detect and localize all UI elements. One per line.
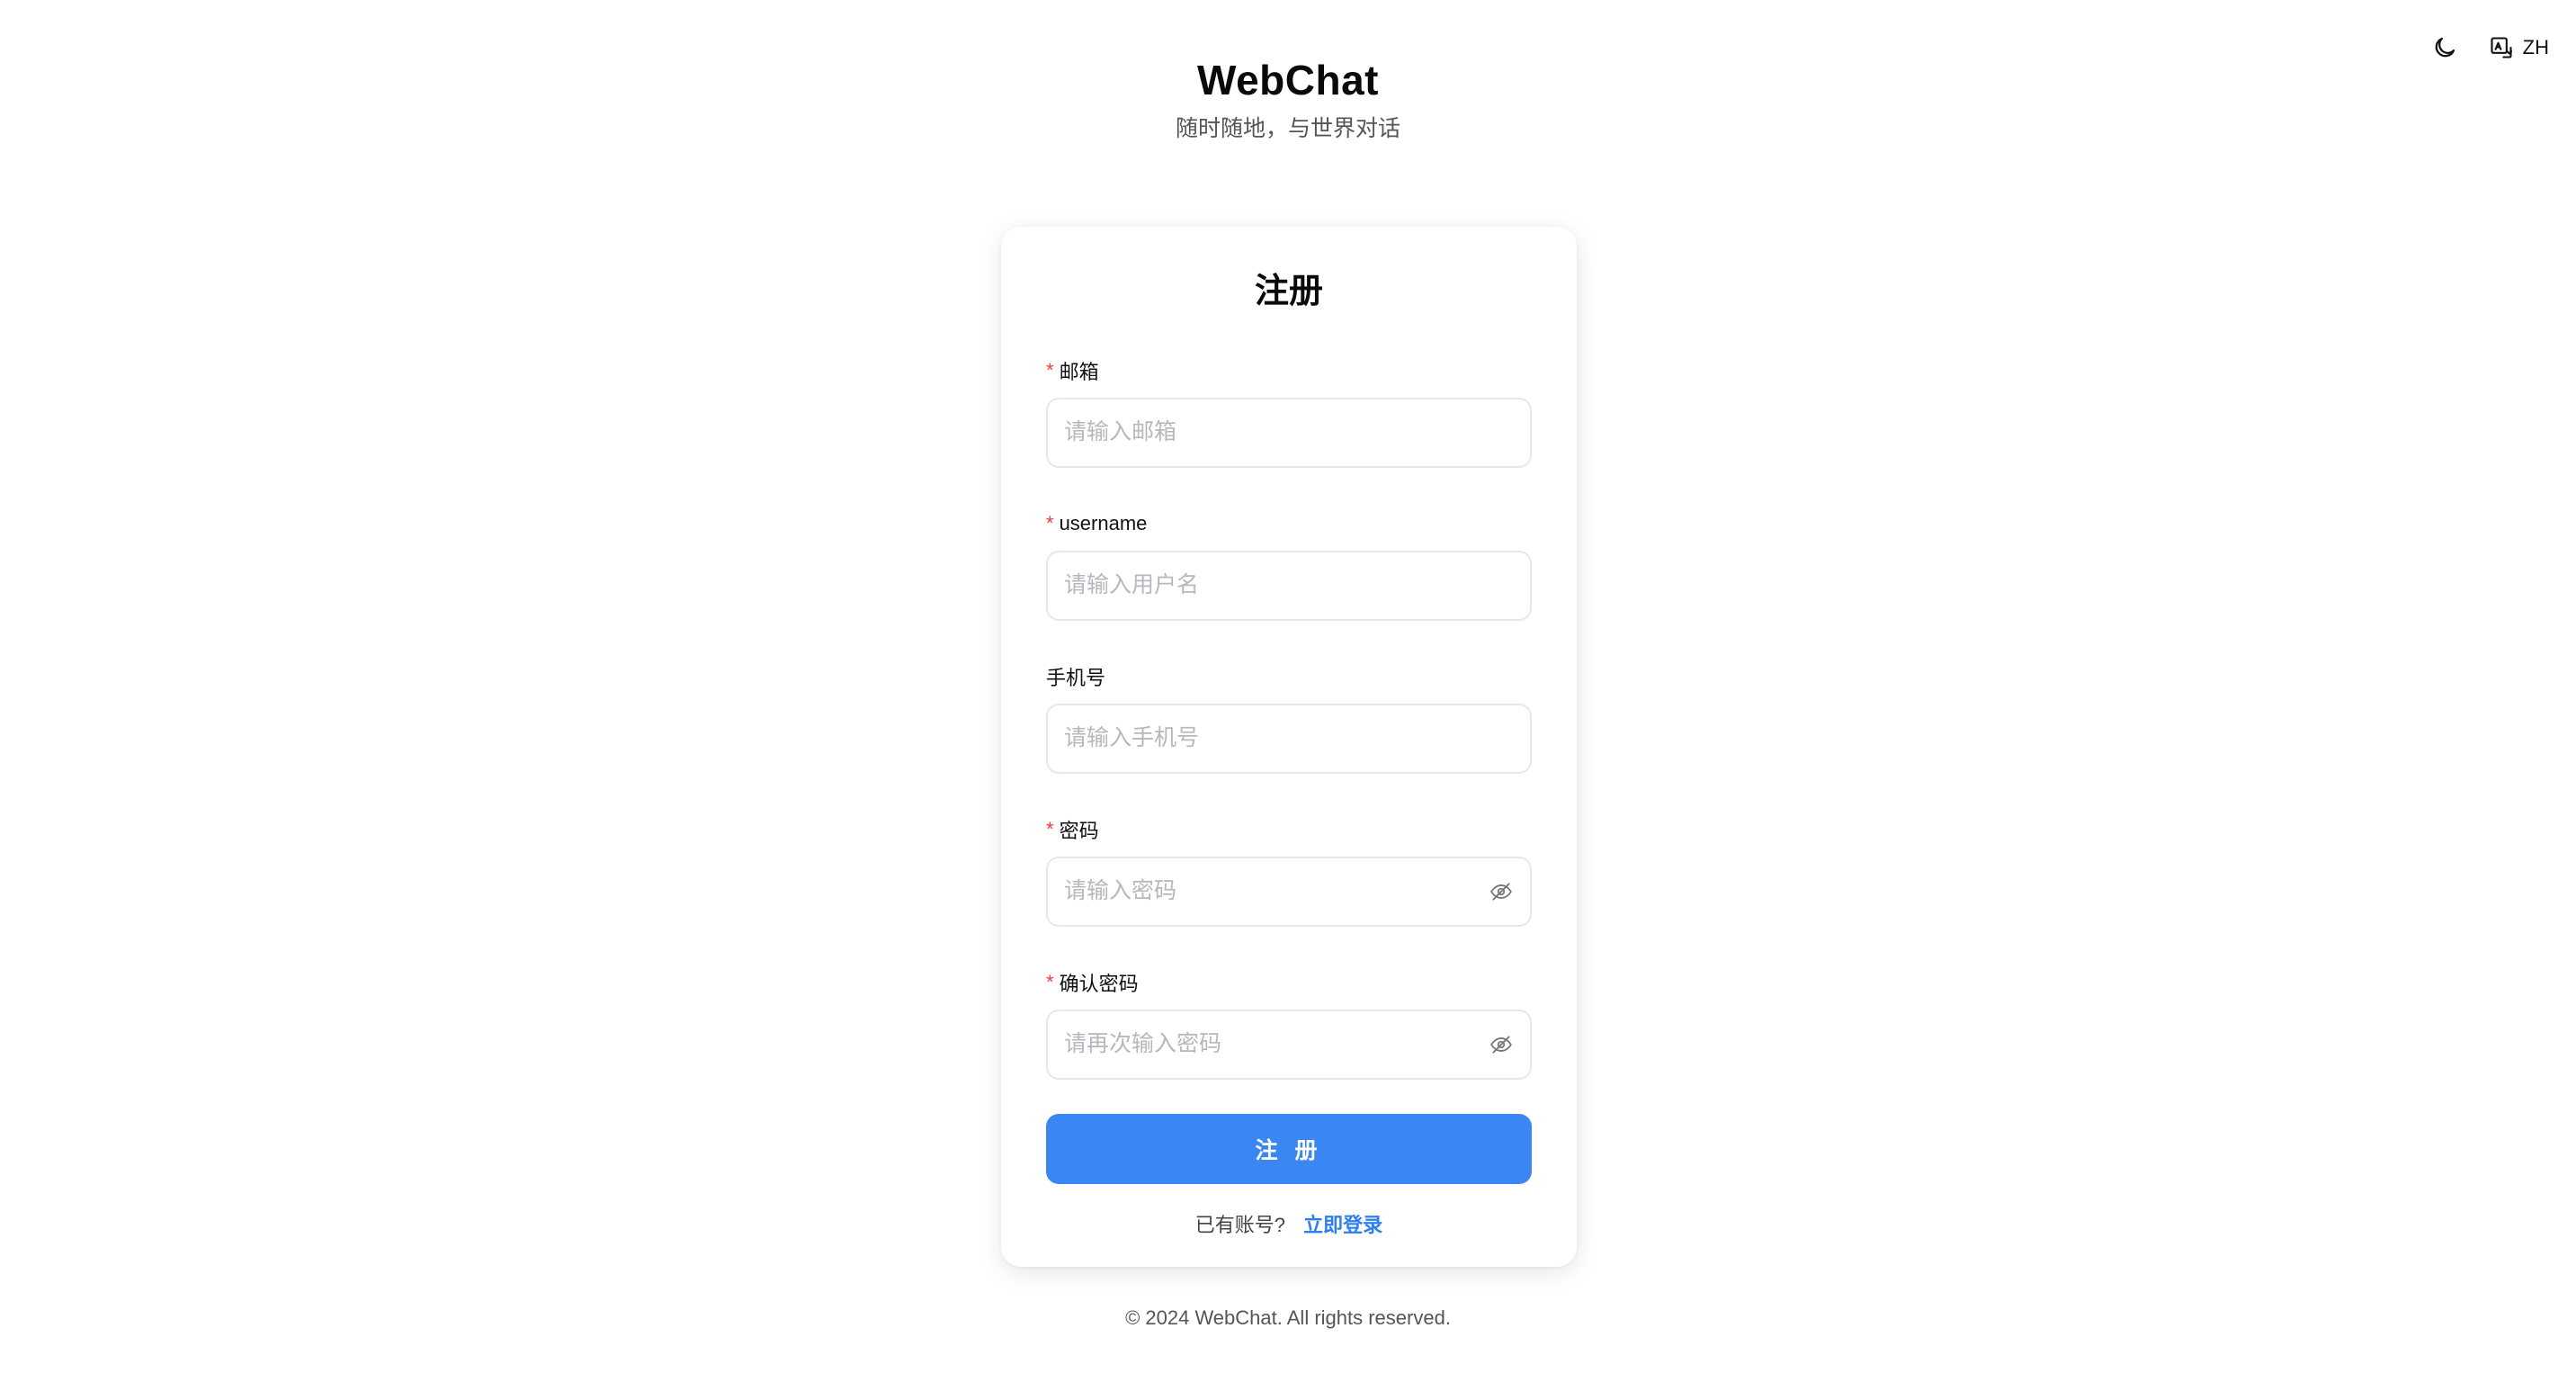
- login-link[interactable]: 立即登录: [1303, 1214, 1382, 1236]
- register-page: ZH WebChat 随时随地，与世界对话 注册 * 邮箱 * username: [0, 0, 2576, 1400]
- copyright-footer: © 2024 WebChat. All rights reserved.: [1125, 1306, 1451, 1329]
- email-input-wrapper: [1046, 397, 1532, 468]
- form-title: 注册: [1254, 273, 1323, 310]
- password-label: * 密码: [1046, 817, 1532, 842]
- confirm-password-input[interactable]: [1048, 1010, 1530, 1078]
- confirm-password-visibility-toggle[interactable]: [1489, 1032, 1514, 1057]
- required-mark: *: [1046, 817, 1054, 840]
- email-label: * 邮箱: [1046, 358, 1532, 383]
- username-input[interactable]: [1048, 552, 1530, 619]
- username-field-group: * username: [1046, 511, 1532, 621]
- phone-label-text: 手机号: [1046, 666, 1106, 689]
- email-field-group: * 邮箱: [1046, 358, 1532, 468]
- login-prompt-row: 已有账号? 立即登录: [1046, 1209, 1532, 1238]
- password-visibility-toggle[interactable]: [1489, 879, 1514, 904]
- password-input[interactable]: [1048, 857, 1530, 925]
- confirm-password-label: * 确认密码: [1046, 970, 1532, 995]
- required-mark: *: [1046, 511, 1054, 534]
- password-label-text: 密码: [1059, 819, 1099, 842]
- username-label: * username: [1046, 511, 1532, 536]
- phone-input-wrapper: [1046, 703, 1532, 774]
- brand-header: WebChat 随时随地，与世界对话: [0, 56, 2576, 144]
- eye-off-icon: [1490, 883, 1512, 901]
- confirm-password-input-wrapper: [1046, 1009, 1532, 1080]
- phone-label: 手机号: [1046, 664, 1532, 689]
- register-card: 注册 * 邮箱 * username 手机号: [1001, 227, 1577, 1267]
- app-subtitle: 随时随地，与世界对话: [1175, 116, 1400, 142]
- phone-input[interactable]: [1048, 704, 1530, 772]
- email-label-text: 邮箱: [1059, 360, 1099, 383]
- app-title: WebChat: [1197, 57, 1379, 103]
- phone-field-group: 手机号: [1046, 664, 1532, 774]
- register-button[interactable]: 注 册: [1046, 1113, 1532, 1184]
- username-input-wrapper: [1046, 550, 1532, 621]
- required-mark: *: [1046, 358, 1054, 381]
- login-prompt-text: 已有账号?: [1194, 1213, 1286, 1236]
- username-label-text: username: [1059, 511, 1148, 534]
- password-input-wrapper: [1046, 856, 1532, 927]
- email-input[interactable]: [1048, 399, 1530, 466]
- eye-off-icon: [1490, 1036, 1512, 1054]
- required-mark: *: [1046, 970, 1054, 993]
- confirm-password-field-group: * 确认密码: [1046, 970, 1532, 1080]
- password-field-group: * 密码: [1046, 817, 1532, 927]
- confirm-password-label-text: 确认密码: [1059, 972, 1139, 995]
